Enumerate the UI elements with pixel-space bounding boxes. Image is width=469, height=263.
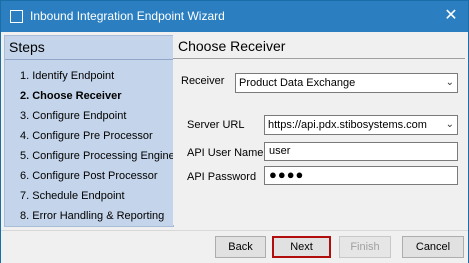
close-icon[interactable]: ✕ — [442, 7, 460, 25]
steps-panel: Steps 1. Identify Endpoint 2. Choose Rec… — [4, 35, 175, 227]
cancel-button[interactable]: Cancel — [402, 236, 464, 258]
title-bar[interactable]: Inbound Integration Endpoint Wizard ✕ — [1, 1, 468, 32]
api-password-label: API Password — [187, 171, 257, 183]
steps-title: Steps — [9, 39, 45, 55]
receiver-select[interactable]: Product Data Exchange ⌄ — [235, 73, 458, 93]
window-icon — [10, 10, 23, 23]
next-button[interactable]: Next — [272, 236, 331, 258]
window-title: Inbound Integration Endpoint Wizard — [30, 9, 225, 23]
step-identify-endpoint: 1. Identify Endpoint — [20, 70, 115, 82]
wizard-window: Inbound Integration Endpoint Wizard ✕ St… — [0, 0, 469, 263]
server-url-select[interactable]: https://api.pdx.stibosystems.com ⌄ — [264, 115, 458, 135]
chevron-down-icon: ⌄ — [445, 119, 454, 130]
step-error-handling: 8. Error Handling & Reporting — [20, 210, 165, 222]
api-user-label: API User Name — [187, 147, 264, 159]
step-schedule-endpoint: 7. Schedule Endpoint — [20, 190, 125, 202]
step-configure-post-processor: 6. Configure Post Processor — [20, 170, 158, 182]
api-user-input[interactable]: user — [264, 142, 458, 161]
title-divider — [173, 58, 465, 59]
api-password-input[interactable]: ●●●● — [264, 166, 458, 185]
finish-button[interactable]: Finish — [339, 236, 391, 258]
chevron-down-icon: ⌄ — [445, 77, 454, 88]
step-configure-processing-engine: 5. Configure Processing Engine — [20, 150, 175, 162]
server-url-value: https://api.pdx.stibosystems.com — [268, 119, 427, 131]
back-button[interactable]: Back — [215, 236, 266, 258]
step-configure-endpoint: 3. Configure Endpoint — [20, 110, 127, 122]
steps-divider — [5, 59, 173, 60]
page-title: Choose Receiver — [178, 38, 286, 54]
receiver-value: Product Data Exchange — [239, 77, 356, 89]
server-url-label: Server URL — [187, 119, 245, 131]
step-configure-pre-processor: 4. Configure Pre Processor — [20, 130, 153, 142]
receiver-label: Receiver — [181, 75, 225, 87]
main-panel: Choose Receiver Receiver Product Data Ex… — [173, 35, 465, 225]
button-bar: Back Next Finish Cancel — [1, 230, 468, 263]
step-choose-receiver: 2. Choose Receiver — [20, 90, 122, 102]
